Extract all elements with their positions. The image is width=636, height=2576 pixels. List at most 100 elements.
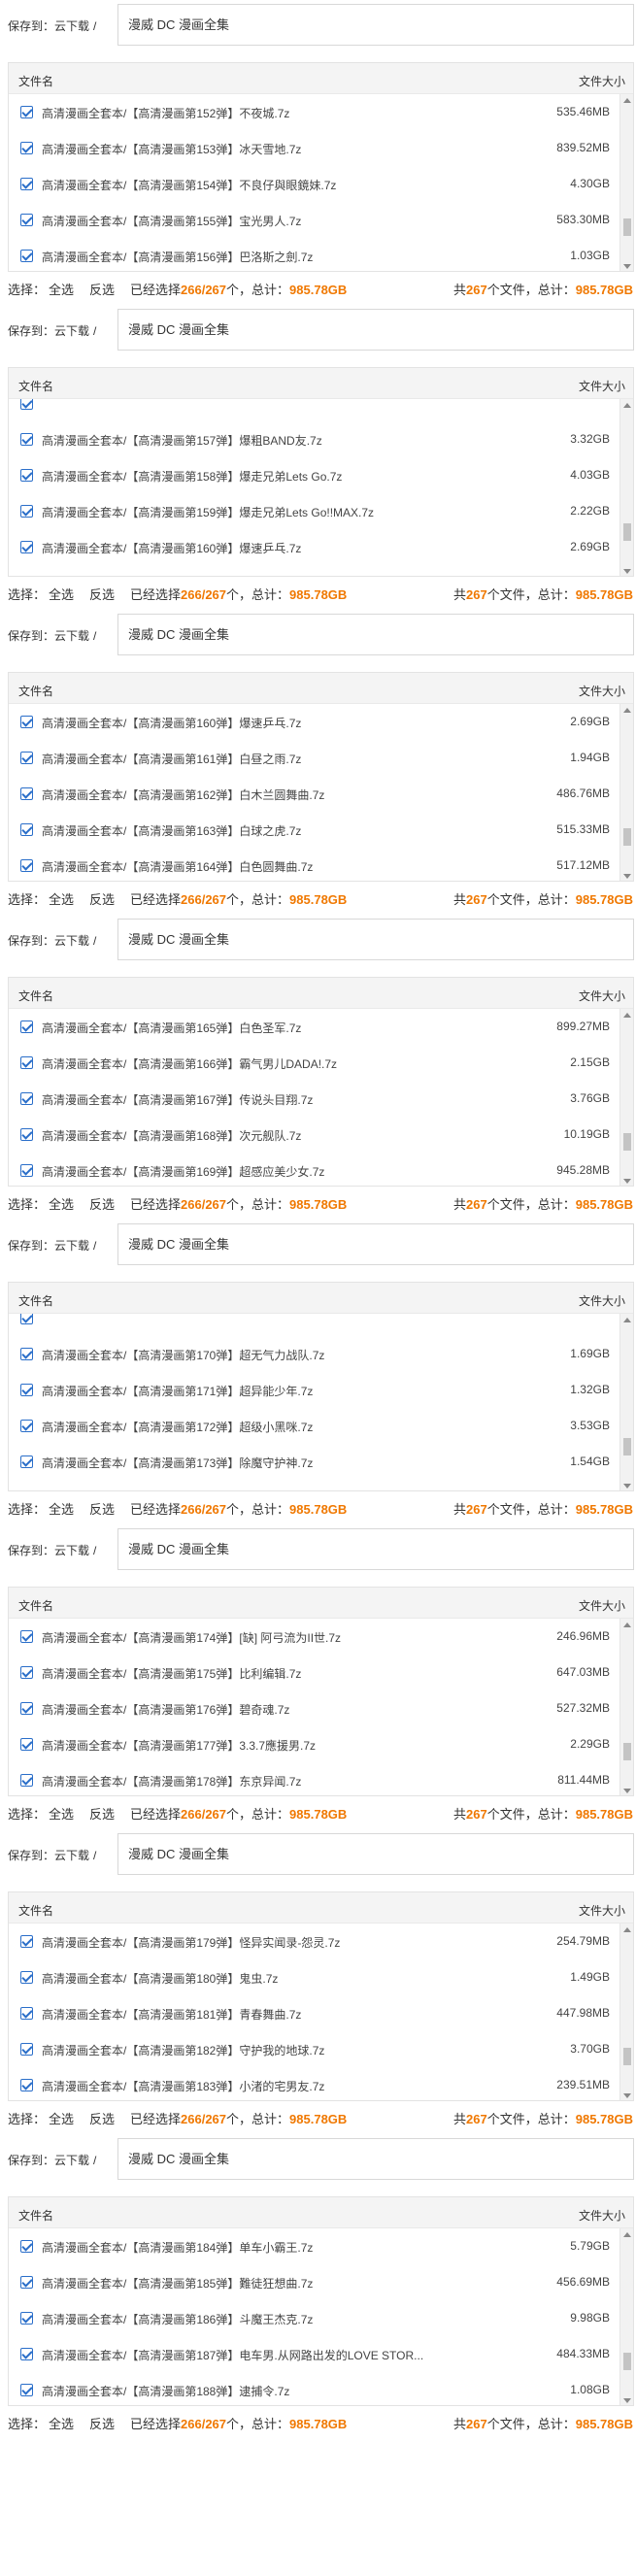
- file-row[interactable]: 高清漫画全套本/【高清漫画第182弹】守护我的地球.7z 3.70GB: [9, 2031, 621, 2067]
- file-row[interactable]: 高清漫画全套本/【高清漫画第181弹】青春舞曲.7z 447.98MB: [9, 1995, 621, 2031]
- column-header-filename[interactable]: 文件名: [18, 1902, 53, 1919]
- file-checkbox[interactable]: [20, 1056, 33, 1069]
- file-checkbox[interactable]: [20, 1971, 33, 1984]
- file-checkbox[interactable]: [20, 1348, 33, 1360]
- file-row[interactable]: 高清漫画全套本/【高清漫画第171弹】超异能少年.7z 1.32GB: [9, 1372, 621, 1408]
- scroll-down-arrow-icon[interactable]: [623, 1484, 631, 1489]
- select-all-link[interactable]: 全选: [49, 1194, 74, 1213]
- scrollbar-thumb[interactable]: [623, 1438, 631, 1455]
- file-row[interactable]: 高清漫画全套本/【高清漫画第186弹】斗魔王杰克.7z 9.98GB: [9, 2300, 621, 2336]
- file-row[interactable]: 高清漫画全套本/【高清漫画第165弹】白色圣军.7z 899.27MB: [9, 1009, 621, 1045]
- file-checkbox[interactable]: [20, 433, 33, 446]
- file-checkbox[interactable]: [20, 1384, 33, 1396]
- file-checkbox[interactable]: [20, 250, 33, 262]
- file-checkbox[interactable]: [20, 2007, 33, 2020]
- column-header-filesize[interactable]: 文件大小: [579, 2207, 625, 2224]
- column-header-filename[interactable]: 文件名: [18, 987, 53, 1004]
- column-header-filesize[interactable]: 文件大小: [579, 378, 625, 394]
- file-row[interactable]: 高清漫画全套本/【高清漫画第175弹】比利编辑.7z 647.03MB: [9, 1655, 621, 1690]
- file-checkbox[interactable]: [20, 178, 33, 190]
- file-checkbox[interactable]: [20, 214, 33, 226]
- save-path-input[interactable]: 漫威 DC 漫画全集: [117, 1528, 634, 1570]
- file-checkbox[interactable]: [20, 2276, 33, 2289]
- scroll-down-arrow-icon[interactable]: [623, 2093, 631, 2098]
- cloud-download-link[interactable]: 云下载: [54, 2154, 89, 2167]
- scrollbar-thumb[interactable]: [623, 828, 631, 846]
- file-row[interactable]: 高清漫画全套本/【高清漫画第163弹】白球之虎.7z 515.33MB: [9, 812, 621, 848]
- file-checkbox[interactable]: [20, 1702, 33, 1715]
- file-checkbox[interactable]: [20, 1420, 33, 1432]
- column-header-filesize[interactable]: 文件大小: [579, 1292, 625, 1309]
- file-row[interactable]: 高清漫画全套本/【高清漫画第178弹】东京异闻.7z 811.44MB: [9, 1762, 621, 1795]
- file-checkbox[interactable]: [20, 2348, 33, 2360]
- invert-selection-link[interactable]: 反选: [89, 1499, 115, 1518]
- select-all-link[interactable]: 全选: [49, 2414, 74, 2432]
- column-header-filename[interactable]: 文件名: [18, 683, 53, 699]
- save-path-input[interactable]: 漫威 DC 漫画全集: [117, 4, 634, 46]
- file-row[interactable]: [9, 399, 621, 421]
- cloud-download-link[interactable]: 云下载: [54, 1239, 89, 1253]
- file-checkbox[interactable]: [20, 106, 33, 118]
- file-row[interactable]: 高清漫画全套本/【高清漫画第155弹】宝光男人.7z 583.30MB: [9, 202, 621, 238]
- invert-selection-link[interactable]: 反选: [89, 889, 115, 908]
- file-list-scrollbar[interactable]: [619, 704, 633, 881]
- file-row[interactable]: 高清漫画全套本/【高清漫画第160弹】爆速乒乓.7z 2.69GB: [9, 704, 621, 740]
- file-row[interactable]: 高清漫画全套本/【高清漫画第154弹】不良仔與眼鏡妹.7z 4.30GB: [9, 166, 621, 202]
- select-all-link[interactable]: 全选: [49, 2109, 74, 2127]
- file-list-scrollbar[interactable]: [619, 1314, 633, 1490]
- save-path-input[interactable]: 漫威 DC 漫画全集: [117, 614, 634, 655]
- file-row[interactable]: 高清漫画全套本/【高清漫画第188弹】逮捕令.7z 1.08GB: [9, 2372, 621, 2405]
- invert-selection-link[interactable]: 反选: [89, 280, 115, 298]
- file-row[interactable]: 高清漫画全套本/【高清漫画第183弹】小渚的宅男友.7z 239.51MB: [9, 2067, 621, 2100]
- column-header-filename[interactable]: 文件名: [18, 1597, 53, 1614]
- cloud-download-link[interactable]: 云下载: [54, 934, 89, 948]
- scroll-down-arrow-icon[interactable]: [623, 264, 631, 269]
- select-all-link[interactable]: 全选: [49, 585, 74, 603]
- file-checkbox[interactable]: [20, 716, 33, 728]
- file-checkbox[interactable]: [20, 541, 33, 553]
- file-row[interactable]: 高清漫画全套本/【高清漫画第167弹】传说头目翔.7z 3.76GB: [9, 1081, 621, 1117]
- file-checkbox[interactable]: [20, 2240, 33, 2253]
- file-row[interactable]: 高清漫画全套本/【高清漫画第161弹】白昼之雨.7z 1.94GB: [9, 565, 621, 576]
- file-list-scrollbar[interactable]: [619, 2228, 633, 2405]
- file-row[interactable]: 高清漫画全套本/【高清漫画第169弹】超感应美少女.7z 945.28MB: [9, 1153, 621, 1186]
- scroll-up-arrow-icon[interactable]: [623, 708, 631, 713]
- file-row[interactable]: 高清漫画全套本/【高清漫画第158弹】爆走兄弟Lets Go.7z 4.03GB: [9, 457, 621, 493]
- file-checkbox[interactable]: [20, 752, 33, 764]
- scrollbar-thumb[interactable]: [623, 218, 631, 236]
- file-list-scrollbar[interactable]: [619, 1619, 633, 1795]
- file-row[interactable]: 高清漫画全套本/【高清漫画第168弹】次元舰队.7z 10.19GB: [9, 1117, 621, 1153]
- file-row[interactable]: 高清漫画全套本/【高清漫画第160弹】爆速乒乓.7z 2.69GB: [9, 529, 621, 565]
- file-row[interactable]: [9, 1314, 621, 1336]
- column-header-filesize[interactable]: 文件大小: [579, 683, 625, 699]
- file-list-scrollbar[interactable]: [619, 1924, 633, 2100]
- file-checkbox[interactable]: [20, 1164, 33, 1177]
- scroll-down-arrow-icon[interactable]: [623, 1789, 631, 1793]
- file-checkbox[interactable]: [20, 787, 33, 800]
- file-checkbox[interactable]: [20, 142, 33, 154]
- file-row[interactable]: 高清漫画全套本/【高清漫画第166弹】霸气男儿DADA!.7z 2.15GB: [9, 1045, 621, 1081]
- file-row[interactable]: 高清漫画全套本/【高清漫画第172弹】超级小黑咪.7z 3.53GB: [9, 1408, 621, 1444]
- scroll-down-arrow-icon[interactable]: [623, 569, 631, 574]
- file-checkbox[interactable]: [20, 1935, 33, 1948]
- column-header-filesize[interactable]: 文件大小: [579, 987, 625, 1004]
- file-checkbox[interactable]: [20, 1455, 33, 1468]
- cloud-download-link[interactable]: 云下载: [54, 1544, 89, 1557]
- file-checkbox[interactable]: [20, 2079, 33, 2091]
- save-path-input[interactable]: 漫威 DC 漫画全集: [117, 309, 634, 351]
- scroll-up-arrow-icon[interactable]: [623, 1013, 631, 1018]
- file-row[interactable]: 高清漫画全套本/【高清漫画第180弹】鬼虫.7z 1.49GB: [9, 1959, 621, 1995]
- column-header-filename[interactable]: 文件名: [18, 378, 53, 394]
- column-header-filename[interactable]: 文件名: [18, 2207, 53, 2224]
- file-row[interactable]: 高清漫画全套本/【高清漫画第179弹】怪异实闻录-怨灵.7z 254.79MB: [9, 1924, 621, 1959]
- scrollbar-thumb[interactable]: [623, 523, 631, 541]
- invert-selection-link[interactable]: 反选: [89, 1804, 115, 1823]
- scroll-up-arrow-icon[interactable]: [623, 2232, 631, 2237]
- column-header-filename[interactable]: 文件名: [18, 73, 53, 89]
- file-checkbox[interactable]: [20, 1128, 33, 1141]
- scroll-up-arrow-icon[interactable]: [623, 403, 631, 408]
- file-checkbox[interactable]: [20, 859, 33, 872]
- file-row[interactable]: 高清漫画全套本/【高清漫画第174弹】[缺] 阿弓流为II世.7z 246.96M…: [9, 1619, 621, 1655]
- scrollbar-thumb[interactable]: [623, 2353, 631, 2370]
- file-list-scrollbar[interactable]: [619, 94, 633, 271]
